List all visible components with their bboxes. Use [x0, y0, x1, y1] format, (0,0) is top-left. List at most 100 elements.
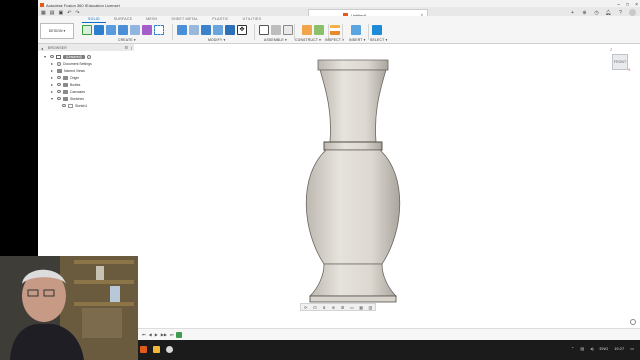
node-label: Named Views	[64, 68, 85, 73]
display-settings-icon[interactable]: ▭	[349, 305, 355, 310]
tab-sheet-metal[interactable]: SHEET METAL	[165, 16, 204, 23]
browser-node-sketch1[interactable]: Sketch1	[62, 102, 87, 109]
visibility-eye-icon[interactable]	[62, 104, 66, 107]
tab-utilities[interactable]: UTILITIES	[237, 16, 268, 23]
viewcube-front-face[interactable]: FRONT	[612, 54, 628, 70]
separator	[172, 24, 173, 40]
expand-arrow-icon[interactable]: ▸	[51, 68, 55, 73]
select-arrow-icon[interactable]	[372, 25, 382, 35]
timeline-start-icon[interactable]: ⏮	[142, 332, 146, 337]
settings-gear-icon[interactable]	[630, 319, 636, 325]
press-pull-icon[interactable]	[177, 25, 187, 35]
chamfer-icon[interactable]	[201, 25, 211, 35]
notifications-icon[interactable]: 🔔︎	[605, 9, 612, 16]
root-component-label: (Unsaved)	[63, 54, 85, 59]
user-avatar[interactable]	[629, 9, 636, 16]
pin-icon[interactable]: |	[131, 45, 132, 50]
browser-node-sketches[interactable]: ▾ Sketches	[51, 95, 84, 102]
expand-arrow-icon[interactable]: ▾	[51, 96, 55, 101]
new-component-icon[interactable]	[259, 25, 269, 35]
help-icon[interactable]: ?	[617, 9, 624, 16]
tray-chevron-icon[interactable]: ⌃	[571, 346, 574, 351]
look-at-icon[interactable]: ⊡	[312, 305, 318, 310]
visibility-eye-icon[interactable]	[57, 83, 61, 86]
derive-icon[interactable]	[154, 25, 164, 35]
timeline-sketch-feature-icon[interactable]	[176, 332, 182, 338]
insert-menu[interactable]: INSERT ▾	[349, 38, 366, 42]
tab-solid[interactable]: SOLID	[82, 16, 106, 23]
create-sketch-icon[interactable]	[82, 25, 92, 35]
grid-settings-icon[interactable]: ▦	[358, 305, 364, 310]
extrude-icon[interactable]	[94, 25, 104, 35]
visibility-eye-icon[interactable]	[57, 97, 61, 100]
as-built-joint-icon[interactable]	[283, 25, 293, 35]
browser-node-origin[interactable]: ▸ Origin	[51, 74, 79, 81]
insert-canvas-icon[interactable]	[351, 25, 361, 35]
visibility-eye-icon[interactable]	[57, 90, 61, 93]
browser-node-document-settings[interactable]: ▸ Document Settings	[51, 60, 92, 67]
visibility-eye-icon[interactable]	[57, 76, 61, 79]
webcam-overlay	[0, 256, 138, 360]
move-icon[interactable]: ✥	[237, 25, 247, 35]
workspace-switcher[interactable]: DESIGN ▾	[40, 23, 74, 39]
combine-icon[interactable]	[225, 25, 235, 35]
tab-surface[interactable]: SURFACE	[108, 16, 138, 23]
browser-node-bodies[interactable]: ▸ Bodies	[51, 81, 80, 88]
folder-taskbar-icon[interactable]	[153, 346, 160, 353]
create-form-icon[interactable]	[142, 25, 152, 35]
fit-icon[interactable]: ⊞	[340, 305, 346, 310]
create-menu[interactable]: CREATE ▾	[118, 38, 136, 42]
vase-body[interactable]	[268, 56, 408, 308]
z-axis-label: Z	[610, 48, 613, 52]
network-icon[interactable]: ▤	[580, 346, 584, 351]
pan-icon[interactable]: ✋︎	[321, 305, 327, 310]
timeline-back-icon[interactable]: ◀	[149, 332, 152, 337]
clock[interactable]: 19:27	[614, 346, 624, 351]
revolve-icon[interactable]	[106, 25, 116, 35]
select-menu[interactable]: SELECT ▾	[370, 38, 387, 42]
hole-icon[interactable]	[118, 25, 128, 35]
visibility-eye-icon[interactable]	[50, 55, 54, 58]
viewcube[interactable]: Z FRONT X	[608, 48, 632, 74]
zoom-icon[interactable]: ⊕	[330, 305, 336, 310]
pattern-icon[interactable]	[130, 25, 140, 35]
construct-menu[interactable]: CONSTRUCT ▾	[295, 38, 321, 42]
node-label: Bodies	[70, 82, 81, 87]
expand-arrow-icon[interactable]: ▸	[51, 82, 55, 87]
browser-root[interactable]: ▾ (Unsaved)	[44, 53, 91, 60]
midplane-icon[interactable]	[314, 25, 324, 35]
notification-center-icon[interactable]: ▭	[630, 346, 634, 351]
browser-node-named-views[interactable]: ▸ Named Views	[51, 67, 85, 74]
offset-plane-icon[interactable]	[302, 25, 312, 35]
add-tab-icon[interactable]: +	[569, 9, 576, 16]
collapse-panel-icon[interactable]: ⊟	[125, 45, 128, 50]
modify-menu[interactable]: MODIFY ▾	[208, 38, 225, 42]
tab-mesh[interactable]: MESH	[140, 16, 163, 23]
timeline-play-icon[interactable]: ▶	[155, 332, 158, 337]
expand-arrow-icon[interactable]: ▸	[51, 61, 55, 66]
orbit-icon[interactable]: ⟳	[303, 305, 309, 310]
tab-plastic[interactable]: PLASTIC	[206, 16, 234, 23]
extensions-icon[interactable]: ⊕	[581, 9, 588, 16]
job-status-icon[interactable]: ◷	[593, 9, 600, 16]
component-icon	[56, 54, 61, 59]
fusion-taskbar-icon[interactable]	[140, 346, 147, 353]
timeline-end-icon[interactable]: ⏭	[170, 332, 174, 337]
joint-icon[interactable]	[271, 25, 281, 35]
activate-radio-icon[interactable]	[86, 54, 91, 59]
viewports-icon[interactable]: ▥	[367, 305, 373, 310]
shell-icon[interactable]	[213, 25, 223, 35]
volume-icon[interactable]: ◂)	[590, 346, 593, 351]
measure-icon[interactable]	[330, 25, 340, 35]
construct-tools	[302, 25, 324, 35]
expand-arrow-icon[interactable]: ▸	[51, 75, 55, 80]
assemble-menu[interactable]: ASSEMBLE ▾	[264, 38, 287, 42]
expand-arrow-icon[interactable]: ▾	[44, 54, 48, 59]
collapse-icon[interactable]: ◂	[41, 46, 43, 51]
language-indicator[interactable]: ENG	[600, 346, 609, 351]
timeline-forward-icon[interactable]: ▶▶	[161, 332, 167, 337]
fillet-icon[interactable]	[189, 25, 199, 35]
expand-arrow-icon[interactable]: ▸	[51, 89, 55, 94]
browser-taskbar-icon[interactable]	[166, 346, 173, 353]
browser-node-canvases[interactable]: ▸ Canvases	[51, 88, 85, 95]
